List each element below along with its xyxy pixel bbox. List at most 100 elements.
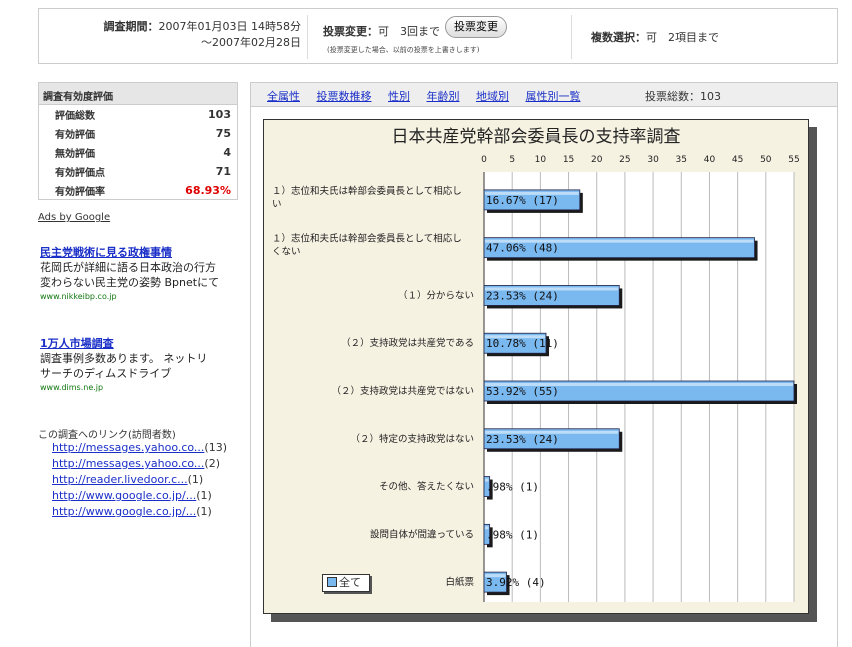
- referrer-link-row: http://reader.livedoor.c...(1): [52, 472, 227, 488]
- vote-change-button[interactable]: 投票変更: [445, 16, 507, 38]
- x-tick-label: 30: [647, 155, 659, 165]
- data-label: 10.78% (11): [486, 337, 559, 350]
- tab-attribute-list[interactable]: 属性別一覧: [526, 90, 581, 103]
- ad-desc: 花岡氏が詳細に語る日本政治の行方: [40, 261, 216, 274]
- referrer-count: (2): [204, 457, 221, 470]
- results-panel: 全属性 投票数推移 性別 年齢別 地域別 属性別一覧 投票総数：103 日本共産…: [250, 82, 838, 647]
- x-tick-label: 25: [619, 155, 630, 165]
- stats-label: 評価総数: [55, 111, 95, 122]
- category-label: （２）支持政党は共産党である: [341, 337, 474, 349]
- stats-header: 調査有効度評価: [39, 83, 237, 105]
- chart-svg: 0 5 10 15 20 25 30 35 40 45 50 55 16.67% (17) １）志位和夫氏…: [272, 155, 800, 602]
- ad-desc: 変わらない民主党の姿勢 Bpnetにて: [40, 276, 220, 289]
- results-tabs: 全属性 投票数推移 性別 年齢別 地域別 属性別一覧 投票総数：103: [251, 83, 837, 107]
- stats-row: 有効評価率 68.93%: [39, 181, 237, 200]
- referrer-count: (1): [187, 473, 204, 486]
- ad-desc: 調査事例多数あります。 ネットリ: [40, 352, 208, 365]
- ad-item: 1万人市場調査 調査事例多数あります。 ネットリ サーチのディムスドライブ ww…: [40, 335, 240, 392]
- stats-value: 4: [223, 146, 231, 159]
- divider: [571, 15, 572, 59]
- data-label: 3.92% (4): [486, 576, 546, 589]
- stats-label: 有効評価点: [55, 168, 105, 179]
- multi-select-info: 複数選択：可 2項目まで: [591, 29, 719, 45]
- x-tick-label: 45: [732, 155, 743, 165]
- x-tick-label: 20: [591, 155, 603, 165]
- x-tick-label: 55: [788, 155, 799, 165]
- vote-change-note: (投票変更した場合、以前の投票を上書きします): [327, 46, 480, 54]
- data-label: 23.53% (24): [486, 289, 559, 302]
- period-start: 2007年01月03日 14時58分: [158, 20, 301, 33]
- chart-legend[interactable]: 全て: [322, 574, 370, 592]
- stats-label: 無効評価: [55, 149, 95, 160]
- category-label: くない: [272, 247, 301, 258]
- referrer-count: (1): [196, 489, 212, 502]
- stats-value: 71: [215, 165, 231, 178]
- referrer-count: (1): [196, 505, 212, 518]
- referrer-link[interactable]: http://www.google.co.jp/...: [52, 505, 196, 518]
- tab-vote-trend[interactable]: 投票数推移: [317, 90, 372, 103]
- referrer-link[interactable]: http://messages.yahoo.co...: [52, 457, 204, 470]
- ad-title-link[interactable]: 民主党戦術に見る政権事情: [40, 244, 240, 260]
- legend-swatch: [327, 577, 337, 587]
- total-votes: 投票総数：103: [645, 90, 721, 103]
- ad-item: 民主党戦術に見る政権事情 花岡氏が詳細に語る日本政治の行方 変わらない民主党の姿…: [40, 244, 240, 301]
- referrer-link-row: http://messages.yahoo.co...(13): [52, 440, 227, 456]
- referrer-link-row: http://www.google.co.jp/...(1): [52, 488, 227, 504]
- x-tick-label: 10: [535, 155, 547, 165]
- x-tick-label: 0: [481, 155, 487, 165]
- survey-period: 調査期間：2007年01月03日 14時58分 ～2007年02月28日: [91, 19, 301, 51]
- stats-value-rate: 68.93%: [185, 184, 231, 197]
- stats-value: 103: [208, 108, 231, 121]
- x-tick-label: 40: [704, 155, 716, 165]
- category-label: （２）支持政党は共産党ではない: [331, 385, 474, 397]
- referrer-link[interactable]: http://messages.yahoo.co...: [52, 441, 204, 454]
- referrer-link[interactable]: http://www.google.co.jp/...: [52, 489, 196, 502]
- data-label: 23.53% (24): [486, 433, 559, 446]
- data-label: 16.67% (17): [486, 194, 559, 207]
- ads-by-google-link[interactable]: Ads by Google: [38, 212, 110, 223]
- category-label: １）志位和夫氏は幹部会委員長として相応し: [272, 185, 462, 197]
- x-tick-label: 35: [676, 155, 687, 165]
- stats-label: 有効評価: [55, 130, 95, 141]
- category-label: その他、答えたくない: [379, 481, 474, 493]
- tab-all-attributes[interactable]: 全属性: [267, 90, 300, 103]
- data-label: .98% (1): [486, 481, 539, 494]
- stats-table: 評価総数 103 有効評価 75 無効評価 4 有効評価点 71 有効評価率 68.93%: [39, 105, 237, 200]
- ad-url[interactable]: www.nikkeibp.co.jp: [40, 292, 240, 301]
- divider: [307, 15, 308, 59]
- data-label: .98% (1): [486, 528, 539, 541]
- tab-region[interactable]: 地域別: [476, 90, 509, 103]
- survey-info-box: 調査期間：2007年01月03日 14時58分 ～2007年02月28日 投票変…: [38, 8, 838, 64]
- period-label: 調査期間：: [103, 20, 159, 33]
- x-tick-label: 15: [563, 155, 574, 165]
- category-label: 白紙票: [445, 576, 474, 588]
- x-tick-label: 50: [760, 155, 772, 165]
- category-label: （１）分からない: [398, 289, 474, 301]
- tab-gender[interactable]: 性別: [388, 90, 410, 103]
- category-label: （２）特定の支持政党はない: [350, 433, 474, 445]
- vote-change-label: 投票変更：: [323, 25, 378, 38]
- legend-label: 全て: [339, 576, 361, 589]
- stats-row: 無効評価 4: [39, 143, 237, 162]
- vote-change-value: 可 3回まで: [378, 25, 440, 38]
- referrer-link-row: http://www.google.co.jp/...(1): [52, 504, 227, 520]
- ad-title-link[interactable]: 1万人市場調査: [40, 335, 240, 351]
- vote-change-info: 投票変更：可 3回まで: [323, 23, 440, 39]
- referrer-links-list: http://messages.yahoo.co...(13) http://m…: [52, 440, 227, 520]
- data-label: 47.06% (48): [486, 242, 559, 255]
- referrer-link[interactable]: http://reader.livedoor.c...: [52, 473, 188, 486]
- page: 調査期間：2007年01月03日 14時58分 ～2007年02月28日 投票変…: [0, 0, 852, 647]
- tab-age[interactable]: 年齢別: [427, 90, 460, 103]
- multi-select-label: 複数選択：: [591, 31, 646, 44]
- bar-chart: 日本共産党幹部会委員長の支持率調査 0 5 10 15 20 25 30 35 40 45 50 55…: [263, 119, 809, 614]
- multi-select-value: 可 2項目まで: [646, 31, 719, 44]
- stats-row: 評価総数 103: [39, 105, 237, 124]
- period-end: ～2007年02月28日: [201, 36, 301, 49]
- stats-row: 有効評価 75: [39, 124, 237, 143]
- category-label: １）志位和夫氏は幹部会委員長として相応し: [272, 233, 462, 245]
- data-label: 53.92% (55): [486, 385, 559, 398]
- x-tick-label: 5: [509, 155, 515, 165]
- referrer-links-title: この調査へのリンク(訪問者数): [38, 430, 176, 441]
- referrer-link-row: http://messages.yahoo.co...(2): [52, 456, 227, 472]
- ad-url[interactable]: www.dims.ne.jp: [40, 383, 240, 392]
